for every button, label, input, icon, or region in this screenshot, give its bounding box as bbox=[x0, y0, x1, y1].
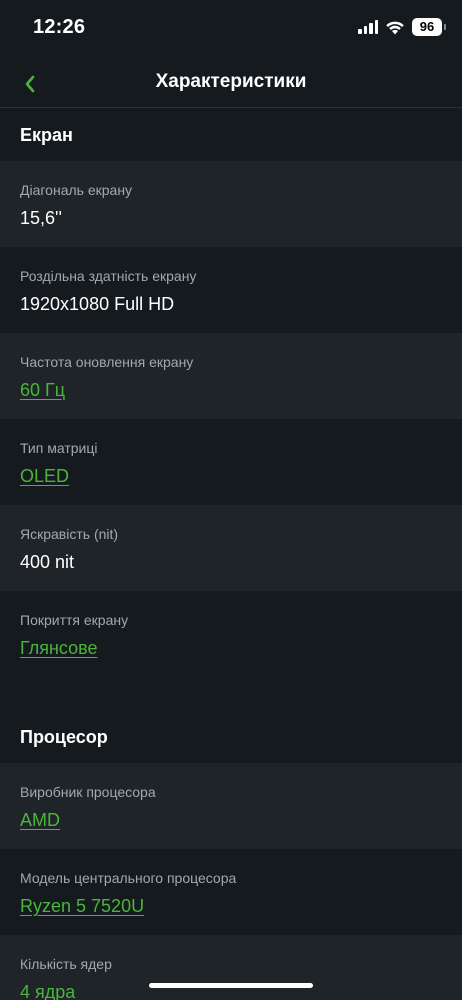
spec-value-link[interactable]: 60 Гц bbox=[20, 379, 442, 401]
home-indicator[interactable] bbox=[149, 983, 313, 988]
spec-label: Частота оновлення екрану bbox=[20, 354, 194, 370]
spec-value-link[interactable]: AMD bbox=[20, 809, 442, 831]
spec-label: Виробник процесора bbox=[20, 784, 156, 800]
page-title: Характеристики bbox=[155, 71, 307, 92]
status-time: 12:26 bbox=[33, 16, 86, 38]
spec-row: Тип матриці OLED bbox=[0, 419, 462, 505]
spec-label: Тип матриці bbox=[20, 440, 98, 456]
spec-row: Покриття екрану Глянсове bbox=[0, 591, 462, 677]
spec-row: Частота оновлення екрану 60 Гц bbox=[0, 333, 462, 419]
spec-value: 1920x1080 Full HD bbox=[20, 294, 175, 314]
spec-row: Виробник процесора AMD bbox=[0, 763, 462, 849]
spec-value: 400 nit bbox=[20, 552, 75, 572]
specs-list: Екран Діагональ екрану 15,6'' Роздільна … bbox=[0, 109, 462, 1000]
section-title-processor: Процесор bbox=[0, 711, 462, 763]
nav-header: Характеристики bbox=[0, 58, 462, 108]
spec-value-link[interactable]: OLED bbox=[20, 465, 442, 487]
spec-row: Роздільна здатність екрану 1920x1080 Ful… bbox=[0, 247, 462, 333]
spec-label: Яскравість (nit) bbox=[20, 526, 119, 542]
spec-value-link[interactable]: Ryzen 5 7520U bbox=[20, 895, 442, 917]
status-bar: 12:26 96 bbox=[0, 0, 462, 58]
spec-value: 15,6'' bbox=[20, 208, 62, 228]
section-spacer bbox=[0, 677, 462, 711]
section-title-screen: Екран bbox=[0, 109, 462, 161]
wifi-icon bbox=[385, 20, 405, 35]
spec-row: Яскравість (nit) 400 nit bbox=[0, 505, 462, 591]
status-icons: 96 bbox=[358, 18, 446, 36]
spec-value-link[interactable]: Глянсове bbox=[20, 637, 442, 659]
spec-row: Кількість ядер 4 ядра bbox=[0, 935, 462, 1000]
spec-label: Роздільна здатність екрану bbox=[20, 268, 197, 284]
spec-row: Діагональ екрану 15,6'' bbox=[0, 161, 462, 247]
spec-row: Модель центрального процесора Ryzen 5 75… bbox=[0, 849, 462, 935]
spec-label: Покриття екрану bbox=[20, 612, 129, 628]
cellular-signal-icon bbox=[358, 20, 378, 34]
spec-label: Кількість ядер bbox=[20, 956, 112, 972]
battery-icon: 96 bbox=[412, 18, 446, 36]
spec-label: Модель центрального процесора bbox=[20, 870, 237, 886]
spec-label: Діагональ екрану bbox=[20, 182, 133, 198]
